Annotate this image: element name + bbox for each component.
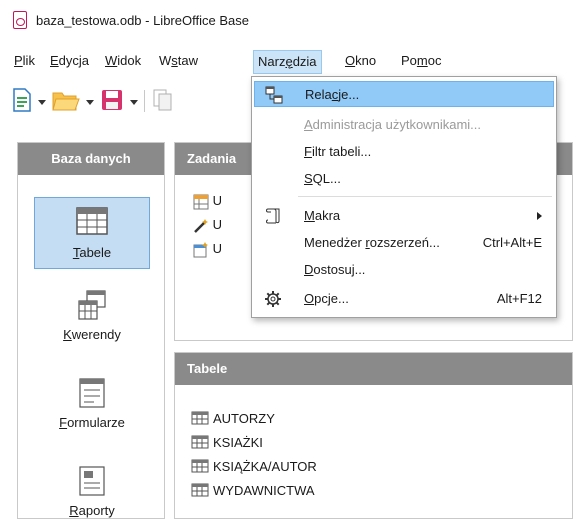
menu-item-makra[interactable]: Makra — [254, 203, 554, 229]
menu-item-opcje[interactable]: Opcje... Alt+F12 — [254, 286, 554, 312]
nav-label: abele — [79, 245, 112, 260]
menu-okno[interactable]: Okno — [341, 50, 380, 74]
menu-item-dostosuj[interactable]: Dostosuj... — [254, 257, 554, 283]
task-label: U — [212, 241, 223, 256]
title-bar: baza_testowa.odb - LibreOffice Base — [0, 0, 573, 46]
table-icon — [191, 459, 209, 473]
menu-narzedzia[interactable]: Narzędzia — [253, 50, 322, 74]
menu-wstaw[interactable]: Wstaw — [155, 50, 202, 74]
table-name: WYDAWNICTWA — [213, 482, 315, 498]
menu-edycja[interactable]: Edycja — [46, 50, 93, 74]
nav-item-raporty[interactable]: Raporty — [34, 465, 150, 519]
query-icon — [78, 290, 106, 320]
table-icon — [191, 483, 209, 497]
menu-item-relacje[interactable]: Relacje... — [254, 81, 554, 107]
menu-pomoc[interactable]: Pomoc — [397, 50, 445, 74]
toolbar-separator — [144, 90, 145, 112]
options-gear-icon — [265, 291, 281, 307]
task-label: U — [212, 217, 223, 232]
wizard-wand-icon — [194, 218, 208, 233]
report-icon — [79, 466, 105, 496]
menu-item-administracja: Administracja użytkownikami... — [304, 117, 481, 132]
task-item[interactable]: U — [193, 193, 222, 215]
table-list-item[interactable]: KSIĄŻKA/AUTOR — [191, 455, 317, 477]
menu-item-filtr-tabeli[interactable]: Filtr tabeli... — [254, 139, 554, 165]
table-name: KSIĄŻKA/AUTOR — [213, 458, 317, 474]
nav-label-accel: F — [59, 415, 68, 430]
nav-item-tabele[interactable]: Tabele — [34, 197, 150, 269]
nav-label: werendy — [71, 327, 121, 342]
nav-item-formularze[interactable]: Formularze — [34, 377, 150, 441]
tables-panel-header: Tabele — [175, 353, 572, 385]
task-item[interactable]: U — [193, 241, 222, 263]
window-title: baza_testowa.odb - LibreOffice Base — [36, 13, 249, 28]
menu-item-menedzer-rozszerzen[interactable]: Menedżer rozszerzeń... Ctrl+Alt+E — [254, 230, 554, 256]
task-item[interactable]: U — [193, 217, 222, 239]
narzedzia-dropdown-menu: Relacje... Administracja użytkownikami..… — [251, 76, 557, 318]
open-dropdown-arrow[interactable] — [86, 100, 94, 105]
nav-label-accel: R — [69, 503, 79, 518]
save-dropdown-arrow[interactable] — [130, 100, 138, 105]
design-table-icon — [193, 194, 209, 210]
nav-label: ormularze — [67, 415, 125, 430]
table-icon — [191, 435, 209, 449]
new-dropdown-arrow[interactable] — [38, 100, 46, 105]
macro-icon — [266, 208, 280, 224]
table-list-item[interactable]: KSIAŻKI — [191, 431, 263, 453]
libreoffice-base-icon — [13, 11, 27, 29]
tables-panel: Tabele AUTORZY KSIAŻKI KSIĄŻKA/AUTOR WYD… — [174, 352, 573, 519]
menu-bar: Plik Edycja Widok Wstaw Narzędzia Okno P… — [0, 50, 573, 74]
nav-label: aporty — [78, 503, 115, 518]
relations-icon — [265, 86, 283, 104]
create-view-icon — [193, 241, 208, 258]
menu-item-sql[interactable]: SQL... — [254, 166, 554, 192]
open-folder-icon[interactable] — [52, 90, 80, 112]
menu-widok[interactable]: Widok — [101, 50, 145, 74]
database-panel: Baza danych Tabele Kwerendy Formularze R… — [17, 142, 165, 519]
menu-plik[interactable]: Plik — [10, 50, 39, 74]
nav-label-accel: K — [63, 327, 72, 342]
new-document-icon[interactable] — [12, 88, 32, 112]
table-name: AUTORZY — [213, 410, 275, 426]
copy-icon[interactable] — [152, 88, 174, 112]
table-list-item[interactable]: AUTORZY — [191, 407, 275, 429]
submenu-arrow-icon — [537, 212, 542, 220]
table-name: KSIAŻKI — [213, 434, 263, 450]
database-panel-header: Baza danych — [18, 143, 164, 175]
table-list-item[interactable]: WYDAWNICTWA — [191, 479, 315, 501]
save-icon[interactable] — [100, 88, 124, 112]
table-icon — [76, 207, 108, 235]
shortcut-label: Alt+F12 — [496, 291, 542, 306]
menu-separator — [298, 196, 552, 197]
task-label: U — [212, 193, 223, 208]
form-icon — [79, 378, 105, 408]
shortcut-label: Ctrl+Alt+E — [482, 235, 542, 250]
table-icon — [191, 411, 209, 425]
nav-item-kwerendy[interactable]: Kwerendy — [34, 289, 150, 353]
